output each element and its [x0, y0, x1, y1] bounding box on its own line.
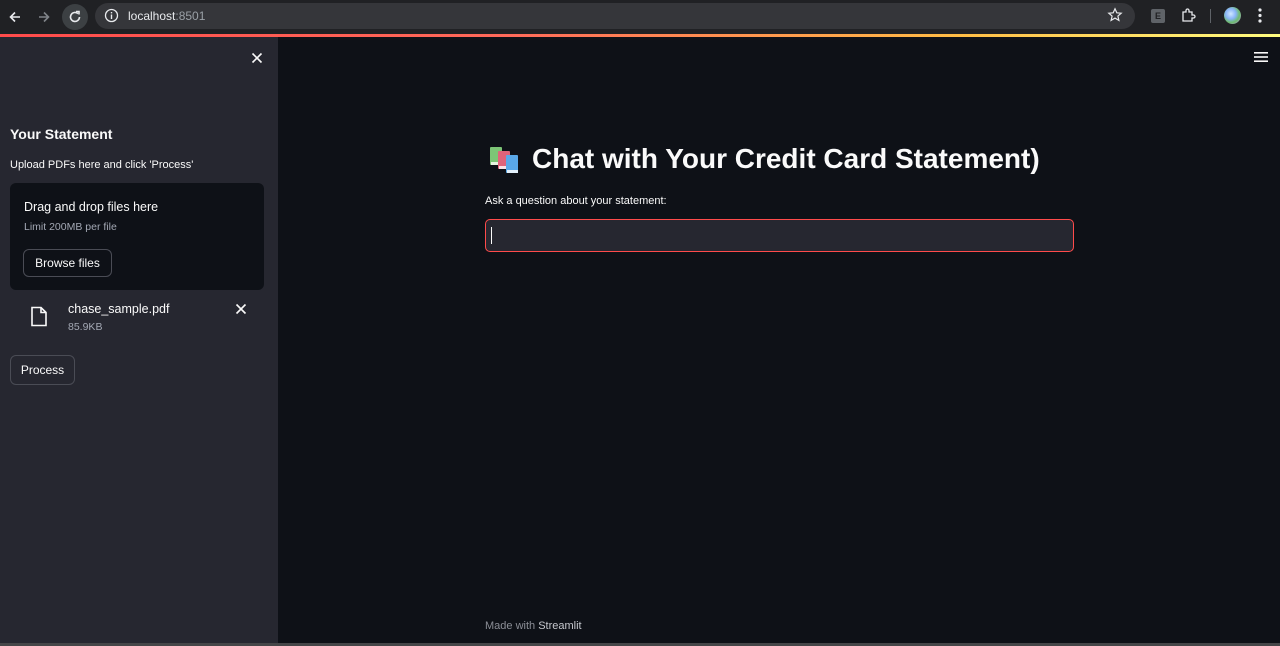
extension-e-icon[interactable]: E [1151, 9, 1165, 23]
page-title-text: Chat with Your Credit Card Statement) [532, 143, 1040, 174]
main-content: Chat with Your Credit Card Statement) As… [278, 37, 1280, 646]
reload-icon[interactable] [62, 4, 88, 30]
site-info-icon[interactable] [104, 8, 119, 28]
uploaded-file-item: chase_sample.pdf 85.9KB [10, 297, 264, 337]
close-sidebar-icon[interactable] [250, 51, 264, 70]
forward-icon[interactable] [31, 4, 57, 30]
footer-prefix: Made with [485, 620, 539, 632]
file-size: 85.9KB [68, 321, 103, 333]
remove-file-icon[interactable] [234, 302, 248, 321]
question-input[interactable] [485, 219, 1074, 252]
dropzone-limit: Limit 200MB per file [24, 221, 117, 233]
toolbar-divider [1210, 9, 1211, 23]
main-menu-icon[interactable] [1254, 50, 1268, 68]
footer: Made with Streamlit [485, 620, 582, 632]
process-button[interactable]: Process [10, 355, 75, 385]
sidebar-title: Your Statement [10, 126, 113, 142]
sidebar-hint: Upload PDFs here and click 'Process' [10, 159, 194, 171]
question-label: Ask a question about your statement: [485, 195, 667, 207]
streamlit-link[interactable]: Streamlit [538, 620, 581, 632]
bookmark-star-icon[interactable] [1107, 7, 1123, 28]
extensions-puzzle-icon[interactable] [1180, 7, 1197, 29]
browser-menu-icon[interactable] [1252, 7, 1268, 29]
address-bar[interactable]: localhost:8501 [95, 3, 1135, 29]
back-icon[interactable] [2, 4, 28, 30]
browse-files-button[interactable]: Browse files [23, 249, 112, 277]
dropzone-title: Drag and drop files here [24, 200, 159, 214]
text-caret [491, 227, 492, 244]
profile-avatar[interactable] [1224, 7, 1241, 24]
page-title: Chat with Your Credit Card Statement) [488, 143, 1040, 175]
file-icon [30, 306, 48, 332]
sidebar: Your Statement Upload PDFs here and clic… [0, 37, 278, 646]
books-icon [488, 143, 522, 175]
file-name: chase_sample.pdf [68, 302, 170, 316]
browser-toolbar: localhost:8501 E [0, 0, 1280, 34]
url-text: localhost:8501 [128, 9, 206, 23]
file-dropzone[interactable]: Drag and drop files here Limit 200MB per… [10, 183, 264, 290]
